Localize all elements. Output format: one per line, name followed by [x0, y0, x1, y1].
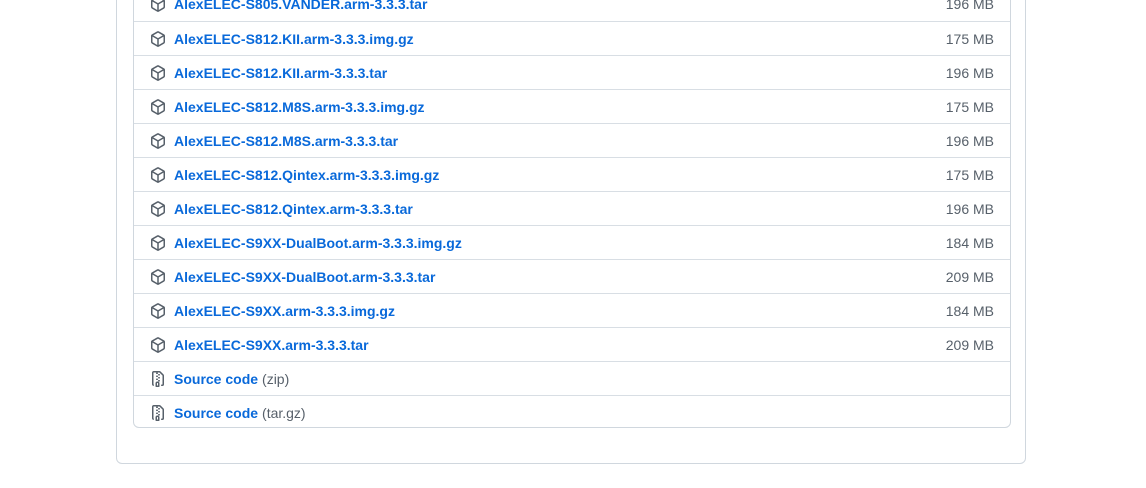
source-code-format: (tar.gz)	[262, 405, 306, 421]
asset-download-link[interactable]: AlexELEC-S812.M8S.arm-3.3.3.tar	[174, 132, 398, 150]
asset-row: AlexELEC-S9XX.arm-3.3.3.img.gz 184 MB	[134, 293, 1010, 327]
package-icon	[151, 303, 165, 319]
asset-row: AlexELEC-S812.KII.arm-3.3.3.img.gz 175 M…	[134, 21, 1010, 55]
asset-row: AlexELEC-S812.KII.arm-3.3.3.tar 196 MB	[134, 55, 1010, 89]
asset-size: 184 MB	[945, 303, 994, 319]
package-icon	[151, 65, 165, 81]
asset-download-link[interactable]: AlexELEC-S9XX-DualBoot.arm-3.3.3.tar	[174, 268, 435, 286]
package-icon	[151, 269, 165, 285]
source-code-label: Source code	[174, 405, 259, 421]
asset-download-link[interactable]: AlexELEC-S9XX-DualBoot.arm-3.3.3.img.gz	[174, 234, 462, 252]
source-code-row: Source code (zip)	[134, 361, 1010, 395]
asset-row: AlexELEC-S812.Qintex.arm-3.3.3.img.gz 17…	[134, 157, 1010, 191]
asset-row: AlexELEC-S812.Qintex.arm-3.3.3.tar 196 M…	[134, 191, 1010, 225]
asset-size: 184 MB	[945, 235, 994, 251]
source-code-tar-gz-link[interactable]: Source code (tar.gz)	[174, 404, 306, 422]
package-icon	[151, 99, 165, 115]
asset-row: AlexELEC-S9XX-DualBoot.arm-3.3.3.tar 209…	[134, 259, 1010, 293]
package-icon	[151, 31, 165, 47]
asset-download-link[interactable]: AlexELEC-S812.KII.arm-3.3.3.tar	[174, 64, 387, 82]
asset-download-link[interactable]: AlexELEC-S805.VANDER.arm-3.3.3.tar	[174, 0, 427, 13]
assets-list: AlexELEC-S805.VANDER.arm-3.3.3.tar 196 M…	[134, 0, 1010, 427]
asset-row: AlexELEC-S812.M8S.arm-3.3.3.tar 196 MB	[134, 123, 1010, 157]
source-code-label: Source code	[174, 371, 259, 387]
asset-size: 196 MB	[945, 65, 994, 81]
asset-download-link[interactable]: AlexELEC-S812.KII.arm-3.3.3.img.gz	[174, 30, 414, 48]
asset-size: 209 MB	[945, 269, 994, 285]
package-icon	[151, 0, 165, 12]
asset-size: 196 MB	[945, 133, 994, 149]
file-zip-icon	[152, 371, 164, 387]
asset-row: AlexELEC-S812.M8S.arm-3.3.3.img.gz 175 M…	[134, 89, 1010, 123]
asset-size: 209 MB	[945, 337, 994, 353]
asset-row: AlexELEC-S9XX.arm-3.3.3.tar 209 MB	[134, 327, 1010, 361]
asset-size: 175 MB	[945, 31, 994, 47]
package-icon	[151, 167, 165, 183]
asset-download-link[interactable]: AlexELEC-S9XX.arm-3.3.3.img.gz	[174, 302, 395, 320]
asset-download-link[interactable]: AlexELEC-S812.M8S.arm-3.3.3.img.gz	[174, 98, 425, 116]
asset-size: 196 MB	[945, 0, 994, 12]
source-code-zip-link[interactable]: Source code (zip)	[174, 370, 289, 388]
package-icon	[151, 201, 165, 217]
asset-download-link[interactable]: AlexELEC-S812.Qintex.arm-3.3.3.img.gz	[174, 166, 439, 184]
package-icon	[151, 337, 165, 353]
asset-size: 175 MB	[945, 99, 994, 115]
asset-download-link[interactable]: AlexELEC-S812.Qintex.arm-3.3.3.tar	[174, 200, 413, 218]
asset-download-link[interactable]: AlexELEC-S9XX.arm-3.3.3.tar	[174, 336, 369, 354]
assets-list-container: AlexELEC-S805.VANDER.arm-3.3.3.tar 196 M…	[133, 0, 1011, 428]
file-zip-icon	[152, 405, 164, 421]
package-icon	[151, 235, 165, 251]
source-code-format: (zip)	[262, 371, 290, 387]
package-icon	[151, 133, 165, 149]
asset-row: AlexELEC-S9XX-DualBoot.arm-3.3.3.img.gz …	[134, 225, 1010, 259]
source-code-row: Source code (tar.gz)	[134, 395, 1010, 427]
asset-size: 175 MB	[945, 167, 994, 183]
asset-size: 196 MB	[945, 201, 994, 217]
asset-row: AlexELEC-S805.VANDER.arm-3.3.3.tar 196 M…	[134, 0, 1010, 21]
